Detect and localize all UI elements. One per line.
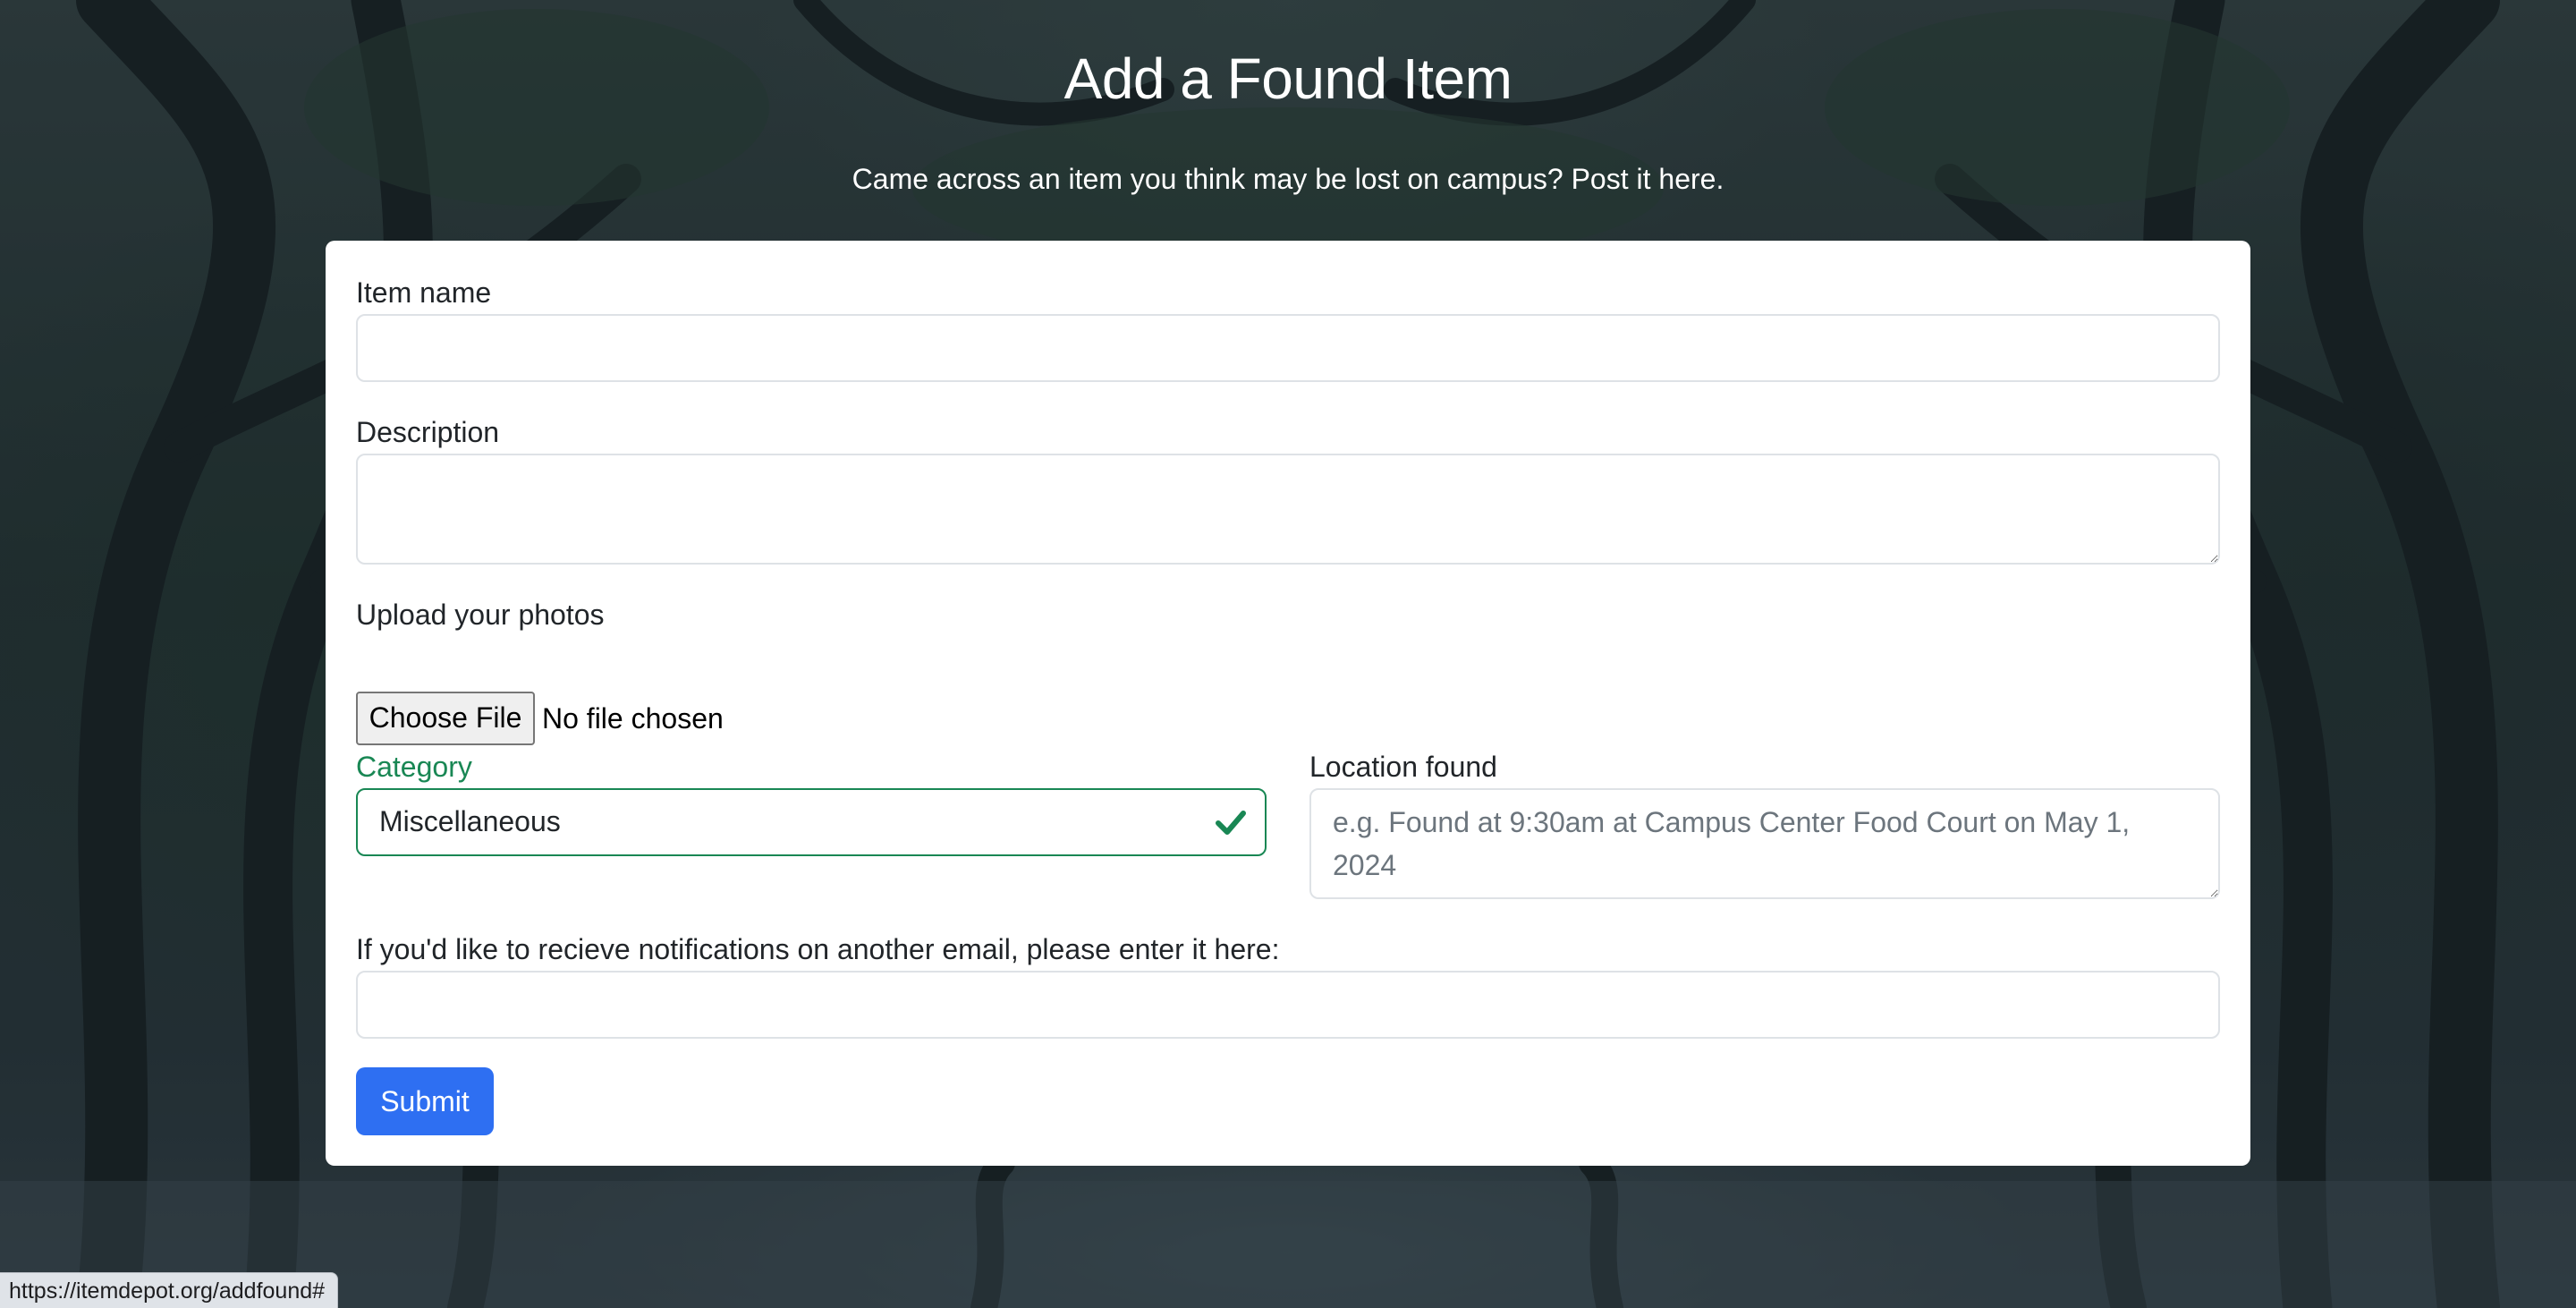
category-selected-value: Miscellaneous xyxy=(379,805,561,837)
check-icon xyxy=(1216,811,1246,835)
page-subtitle: Came across an item you think may be los… xyxy=(852,163,1724,195)
upload-photos-label: Upload your photos xyxy=(356,599,605,631)
email-label: If you'd like to recieve notifications o… xyxy=(356,933,1280,965)
status-bar-url: https://itemdepot.org/addfound# xyxy=(0,1272,339,1308)
add-found-item-form: Item name Description Upload your photos… xyxy=(326,241,2250,1166)
item-name-input[interactable] xyxy=(356,314,2220,382)
submit-button[interactable]: Submit xyxy=(356,1067,494,1135)
email-input[interactable] xyxy=(356,971,2220,1039)
file-status-text: No file chosen xyxy=(542,702,724,735)
description-textarea[interactable] xyxy=(356,454,2220,565)
page-title: Add a Found Item xyxy=(1063,47,1513,111)
category-label: Category xyxy=(356,751,472,783)
location-textarea[interactable] xyxy=(1309,788,2220,899)
choose-file-button[interactable]: Choose File xyxy=(356,692,535,745)
item-name-label: Item name xyxy=(356,276,492,309)
location-label: Location found xyxy=(1309,751,1497,783)
category-select[interactable]: Miscellaneous xyxy=(356,788,1267,856)
page-header: Add a Found Item Came across an item you… xyxy=(0,36,2576,200)
description-label: Description xyxy=(356,416,500,448)
